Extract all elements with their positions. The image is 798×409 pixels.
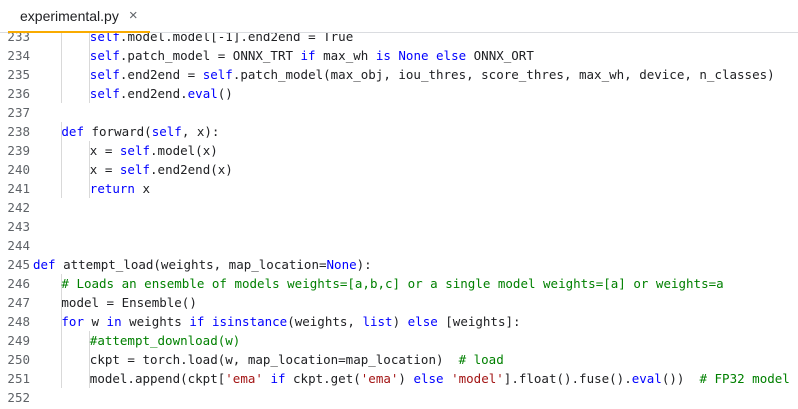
code-text: x = self.model(x) <box>89 143 218 158</box>
line-number: 241 <box>7 181 30 196</box>
code-text: def attempt_load(weights, map_location=N… <box>33 257 372 272</box>
line-number: 251 <box>7 371 30 386</box>
indent-guide <box>61 65 62 84</box>
line-number: 236 <box>7 86 30 101</box>
tab-title: experimental.py <box>20 7 119 24</box>
code-text: for w in weights if isinstance(weights, … <box>61 314 521 329</box>
code-line: 238 def forward(self, x): <box>0 122 798 141</box>
code-line: 233 self.model.model[-1].end2end = True <box>0 33 798 46</box>
code-line: 242 <box>0 198 798 217</box>
indent-guide <box>61 141 62 160</box>
code-text: self.model.model[-1].end2end = True <box>89 33 354 44</box>
code-text: model = Ensemble() <box>61 295 197 310</box>
line-number: 237 <box>7 105 30 120</box>
code-editor[interactable]: 233 self.model.model[-1].end2end = True 23… <box>0 33 798 409</box>
code-line: 234 self.patch_model = ONNX_TRT if max_wh… <box>0 46 798 65</box>
line-number: 233 <box>7 33 30 44</box>
code-text: def forward(self, x): <box>61 124 220 139</box>
line-number: 250 <box>7 352 30 367</box>
code-text: # Loads an ensemble of models weights=[a… <box>61 276 724 291</box>
code-line: 235 self.end2end = self.patch_model(max_o… <box>0 65 798 84</box>
code-line: 251 model.append(ckpt['ema' if ckpt.get('… <box>0 369 798 388</box>
line-number: 248 <box>7 314 30 329</box>
code-line: 249 #attempt_download(w) <box>0 331 798 350</box>
code-line: 239 x = self.model(x) <box>0 141 798 160</box>
code-line: 252 <box>0 388 798 407</box>
indent-guide <box>61 160 62 179</box>
line-number: 249 <box>7 333 30 348</box>
code-text: model.append(ckpt['ema' if ckpt.get('ema… <box>89 371 790 386</box>
line-number: 244 <box>7 238 30 253</box>
indent-guide <box>61 46 62 65</box>
code-text: ckpt = torch.load(w, map_location=map_lo… <box>89 352 504 367</box>
indent-guide <box>61 179 62 198</box>
indent-guide <box>61 33 62 46</box>
line-number: 242 <box>7 200 30 215</box>
code-line: 248 for w in weights if isinstance(weight… <box>0 312 798 331</box>
line-number: 234 <box>7 48 30 63</box>
code-text: self.patch_model = ONNX_TRT if max_wh is… <box>89 48 534 63</box>
close-icon[interactable]: × <box>129 8 138 23</box>
code-text: return x <box>89 181 151 196</box>
line-number: 243 <box>7 219 30 234</box>
line-number: 245 <box>7 257 30 272</box>
code-line: 244 <box>0 236 798 255</box>
code-line: 247 model = Ensemble() <box>0 293 798 312</box>
line-number: 246 <box>7 276 30 291</box>
code-text: self.end2end = self.patch_model(max_obj,… <box>89 67 775 82</box>
file-tab[interactable]: experimental.py × <box>8 0 150 33</box>
indent-guide <box>61 369 62 388</box>
indent-guide <box>61 350 62 369</box>
indent-guide <box>61 84 62 103</box>
line-number: 252 <box>7 390 30 405</box>
code-lines: 233 self.model.model[-1].end2end = True 23… <box>0 33 798 407</box>
code-line: 236 self.end2end.eval() <box>0 84 798 103</box>
code-line: 246 # Loads an ensemble of models weights… <box>0 274 798 293</box>
code-line: 243 <box>0 217 798 236</box>
line-number: 239 <box>7 143 30 158</box>
code-text: self.end2end.eval() <box>89 86 233 101</box>
tab-bar: experimental.py × <box>0 0 798 33</box>
code-line: 241 return x <box>0 179 798 198</box>
code-line: 237 <box>0 103 798 122</box>
line-number: 240 <box>7 162 30 177</box>
code-text: #attempt_download(w) <box>89 333 241 348</box>
code-line: 240 x = self.end2end(x) <box>0 160 798 179</box>
line-number: 238 <box>7 124 30 139</box>
line-number: 247 <box>7 295 30 310</box>
indent-guide <box>61 331 62 350</box>
code-text: x = self.end2end(x) <box>89 162 233 177</box>
code-line: 245 def attempt_load(weights, map_locatio… <box>0 255 798 274</box>
code-line: 250 ckpt = torch.load(w, map_location=map… <box>0 350 798 369</box>
line-number: 235 <box>7 67 30 82</box>
